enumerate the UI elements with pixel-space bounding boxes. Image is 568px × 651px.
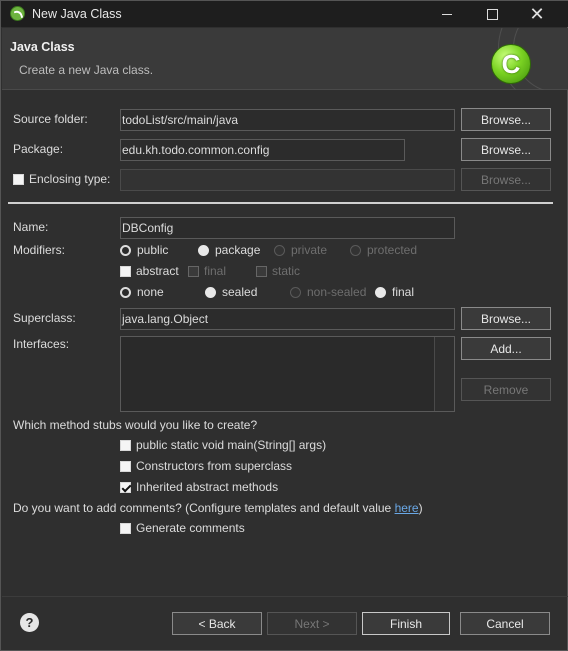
- sealing-none-label: none: [137, 285, 164, 299]
- generate-comments-checkbox[interactable]: Generate comments: [120, 521, 245, 535]
- interfaces-scrollbar[interactable]: [434, 337, 454, 411]
- separator: [8, 202, 553, 204]
- finish-button[interactable]: Finish: [362, 612, 450, 635]
- superclass-browse-button[interactable]: Browse...: [461, 307, 551, 330]
- stub-inherited-checkbox[interactable]: Inherited abstract methods: [120, 480, 278, 494]
- stub-main-label: public static void main(String[] args): [136, 438, 327, 452]
- package-input[interactable]: edu.kh.todo.common.config: [120, 139, 405, 161]
- checkbox-icon: [120, 460, 131, 472]
- sealing-non-sealed-label: non-sealed: [307, 285, 367, 299]
- modifier-protected-label: protected: [367, 243, 418, 257]
- sealing-final-radio[interactable]: final: [375, 285, 414, 299]
- maximize-button[interactable]: [470, 1, 514, 27]
- modifier-public-radio[interactable]: public: [120, 243, 168, 257]
- source-folder-input[interactable]: todoList/src/main/java: [120, 109, 455, 131]
- cancel-button[interactable]: Cancel: [460, 612, 550, 635]
- name-label: Name:: [13, 220, 49, 234]
- interfaces-label: Interfaces:: [13, 337, 70, 351]
- modifier-static-label: static: [272, 264, 301, 278]
- comments-question: Do you want to add comments? (Configure …: [13, 501, 423, 515]
- modifier-abstract-checkbox[interactable]: abstract: [120, 264, 179, 278]
- minimize-button[interactable]: [425, 1, 469, 27]
- modifier-final-label: final: [204, 264, 227, 278]
- class-name-input[interactable]: DBConfig: [120, 217, 455, 239]
- package-label: Package:: [13, 142, 64, 156]
- radio-disabled-icon: [290, 286, 301, 298]
- interfaces-list[interactable]: [120, 336, 455, 412]
- sealing-sealed-radio[interactable]: sealed: [205, 285, 257, 299]
- radio-icon: [375, 286, 386, 298]
- sealing-sealed-label: sealed: [222, 285, 258, 299]
- radio-icon: [198, 244, 209, 256]
- method-stubs-question: Which method stubs would you like to cre…: [13, 418, 258, 432]
- back-button[interactable]: < Back: [172, 612, 262, 635]
- modifier-public-label: public: [137, 243, 169, 257]
- stub-constructors-checkbox[interactable]: Constructors from superclass: [120, 459, 292, 473]
- modifier-package-label: package: [215, 243, 261, 257]
- wizard-banner: Java Class Create a new Java class.: [2, 28, 568, 90]
- package-browse-button[interactable]: Browse...: [461, 138, 551, 161]
- comments-question-text: Do you want to add comments? (Configure …: [13, 501, 395, 515]
- configure-templates-link[interactable]: here: [395, 501, 419, 515]
- remove-interface-button[interactable]: Remove: [461, 378, 551, 401]
- modifier-abstract-label: abstract: [136, 264, 179, 278]
- help-icon[interactable]: ?: [20, 613, 39, 632]
- source-folder-browse-button[interactable]: Browse...: [461, 108, 551, 131]
- modifier-protected-radio[interactable]: protected: [350, 243, 417, 257]
- superclass-input[interactable]: java.lang.Object: [120, 308, 455, 330]
- new-java-class-dialog: New Java Class ✕ Java Class Create a new…: [0, 0, 568, 651]
- enclosing-type-browse-button[interactable]: Browse...: [461, 168, 551, 191]
- modifiers-label: Modifiers:: [13, 243, 66, 257]
- checkbox-checked-icon: [120, 481, 131, 493]
- next-button[interactable]: Next >: [267, 612, 357, 635]
- modifier-private-label: private: [291, 243, 328, 257]
- superclass-label: Superclass:: [13, 311, 76, 325]
- modifier-static-checkbox[interactable]: static: [256, 264, 300, 278]
- modifier-final-checkbox[interactable]: final: [188, 264, 226, 278]
- window-title: New Java Class: [32, 7, 122, 21]
- radio-icon: [205, 286, 216, 298]
- title-bar: New Java Class ✕: [1, 1, 568, 27]
- enclosing-type-checkbox[interactable]: Enclosing type:: [13, 172, 110, 186]
- sealing-none-radio[interactable]: none: [120, 285, 164, 299]
- enclosing-type-label: Enclosing type:: [29, 172, 111, 186]
- checkbox-icon: [120, 265, 131, 277]
- add-interface-button[interactable]: Add...: [461, 337, 551, 360]
- generate-comments-label: Generate comments: [136, 521, 245, 535]
- close-button[interactable]: ✕: [515, 1, 559, 27]
- banner-title: Java Class: [10, 40, 75, 54]
- comments-question-end: ): [418, 501, 423, 515]
- radio-selected-icon: [120, 286, 131, 298]
- modifier-package-radio[interactable]: package: [198, 243, 260, 257]
- checkbox-icon: [120, 439, 131, 451]
- java-class-icon: C: [491, 44, 531, 84]
- stub-inherited-label: Inherited abstract methods: [136, 480, 279, 494]
- radio-disabled-icon: [350, 244, 361, 256]
- checkbox-icon: [120, 522, 131, 534]
- checkbox-disabled-icon: [188, 265, 199, 277]
- checkbox-disabled-icon: [256, 265, 267, 277]
- sealing-final-label: final: [392, 285, 415, 299]
- radio-selected-icon: [120, 244, 131, 256]
- sealing-non-sealed-radio[interactable]: non-sealed: [290, 285, 366, 299]
- radio-disabled-icon: [274, 244, 285, 256]
- banner-description: Create a new Java class.: [19, 63, 154, 77]
- footer-divider: [2, 596, 568, 597]
- stub-main-checkbox[interactable]: public static void main(String[] args): [120, 438, 326, 452]
- source-folder-label: Source folder:: [13, 112, 88, 126]
- enclosing-type-check-box[interactable]: [13, 173, 24, 185]
- spring-leaf-icon: [10, 6, 25, 21]
- modifier-private-radio[interactable]: private: [274, 243, 327, 257]
- enclosing-type-input[interactable]: [120, 169, 455, 191]
- stub-constructors-label: Constructors from superclass: [136, 459, 293, 473]
